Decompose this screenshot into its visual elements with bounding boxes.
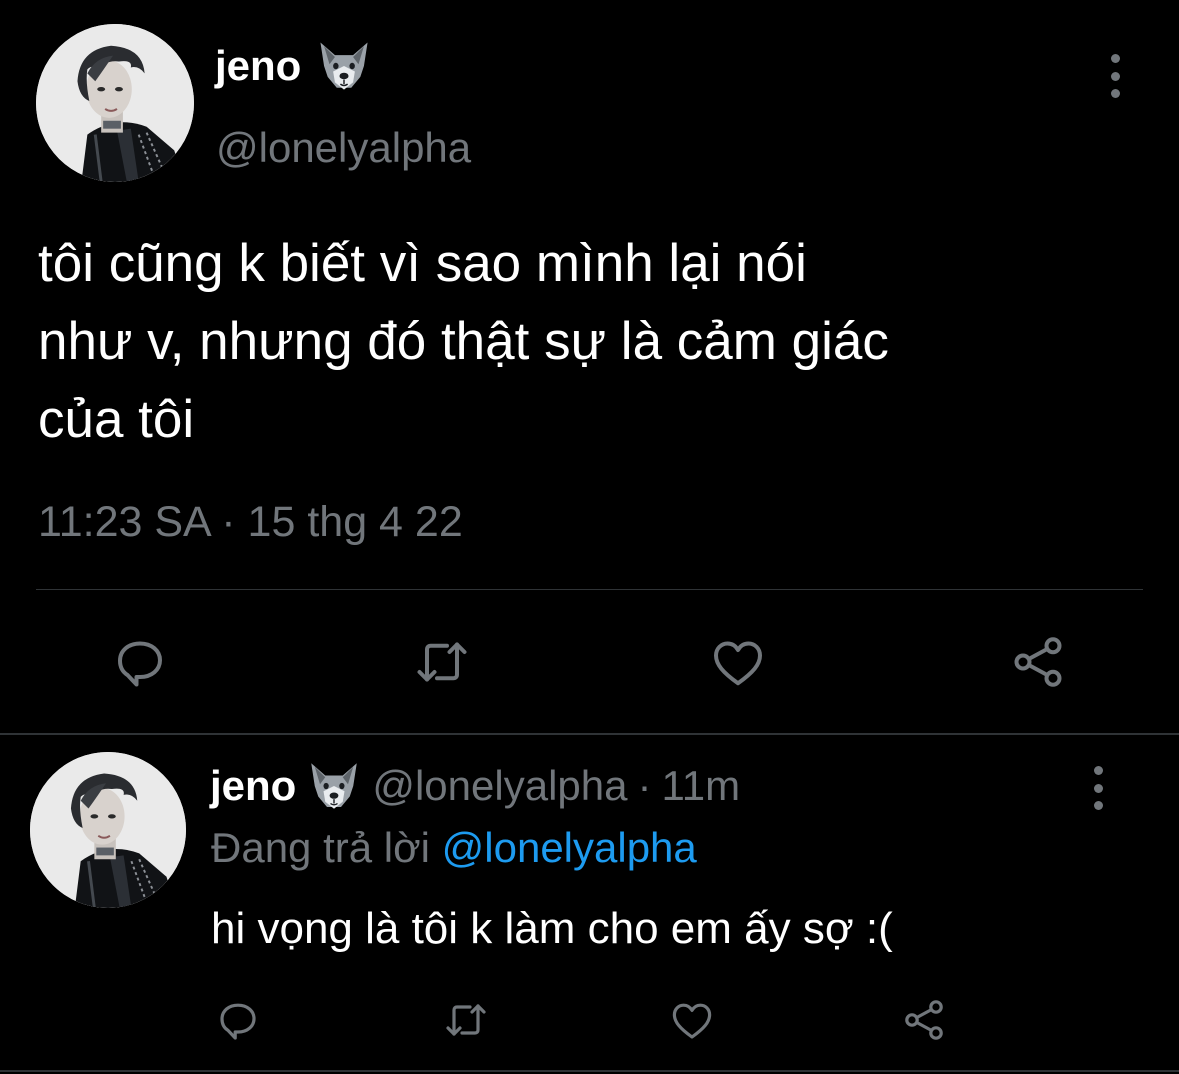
like-button[interactable]	[666, 994, 718, 1046]
share-button[interactable]	[1006, 630, 1070, 694]
reply-avatar[interactable]	[30, 752, 186, 908]
reply-button[interactable]	[108, 630, 172, 694]
reply-tweet-text: hi vọng là tôi k làm cho em ấy sợ :(	[211, 904, 893, 953]
reply-icon	[220, 1003, 256, 1040]
retweet-icon	[446, 1004, 486, 1036]
wolf-emoji-icon	[306, 759, 362, 813]
reply-time[interactable]: 11m	[661, 758, 740, 814]
like-icon	[672, 1003, 712, 1039]
retweet-button[interactable]	[440, 994, 492, 1046]
separator-dot: ·	[637, 762, 652, 809]
reply-handle[interactable]: @lonelyalpha	[372, 758, 627, 814]
main-display-name[interactable]: jeno	[215, 38, 373, 94]
like-button[interactable]	[706, 630, 770, 694]
divider	[36, 589, 1143, 590]
section-divider	[0, 733, 1179, 735]
display-name-text: jeno	[215, 42, 302, 89]
share-icon	[905, 1000, 943, 1040]
tweet-text: tôi cũng k biết vì sao mình lại nói như …	[38, 234, 889, 449]
main-avatar[interactable]	[36, 24, 194, 182]
wolf-emoji-icon	[315, 38, 373, 94]
replying-to-label: Đang trả lời	[211, 824, 430, 871]
bottom-divider	[0, 1070, 1179, 1072]
reply-button[interactable]	[212, 994, 264, 1046]
more-options-icon[interactable]	[1088, 766, 1108, 810]
like-icon	[714, 641, 762, 686]
reply-header: jeno @lonelyalpha · 11m	[210, 758, 740, 814]
share-button[interactable]	[898, 994, 950, 1046]
replying-to: Đang trả lời @lonelyalpha	[211, 820, 697, 876]
more-options-icon[interactable]	[1105, 54, 1125, 98]
reply-icon	[118, 641, 162, 687]
retweet-button[interactable]	[410, 630, 474, 694]
main-handle[interactable]: @lonelyalpha	[216, 120, 471, 176]
tweet-timestamp[interactable]: 11:23 SA · 15 thg 4 22	[38, 492, 463, 552]
reply-display-name[interactable]: jeno	[210, 758, 296, 814]
share-icon	[1014, 637, 1062, 687]
replying-to-mention-link[interactable]: @lonelyalpha	[442, 824, 697, 871]
retweet-icon	[417, 642, 467, 682]
